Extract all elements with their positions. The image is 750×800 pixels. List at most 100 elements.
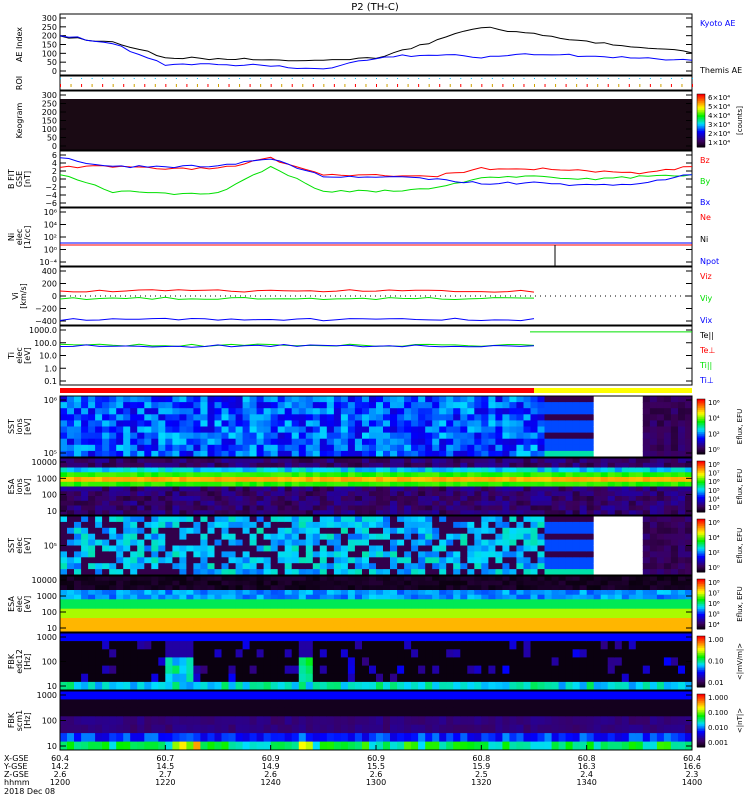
spectrogram-cell <box>242 432 251 440</box>
spectrogram-cell <box>495 462 503 469</box>
spectrogram-cell <box>270 521 279 529</box>
spectrogram-cell <box>523 533 531 541</box>
spectrogram-cell <box>621 681 630 691</box>
spectrogram-cell <box>109 622 117 628</box>
spectrogram-cell <box>432 608 440 614</box>
spectrogram-cell <box>256 486 265 492</box>
spectrogram-cell <box>453 608 461 614</box>
spectrogram-cell <box>81 594 89 600</box>
spectrogram-cell <box>172 414 180 421</box>
spectrogram-cell <box>663 613 672 619</box>
spectrogram-cell <box>326 594 335 600</box>
spectrogram-cell <box>621 420 630 427</box>
spectrogram-cell <box>635 472 644 478</box>
spectrogram-cell <box>670 426 679 434</box>
spectrogram-cell <box>88 426 96 434</box>
spectrogram-cell <box>95 613 103 619</box>
spectrogram-cell <box>270 641 279 650</box>
spectrogram-cell <box>453 551 461 558</box>
spectrogram-cell <box>481 444 489 452</box>
spectrogram-cell <box>369 622 377 628</box>
spectrogram-cell <box>326 467 335 473</box>
spectrogram-cell <box>390 432 398 440</box>
spectrogram-cell <box>621 432 630 440</box>
spectrogram-cell <box>221 563 229 570</box>
spectrogram-cell <box>656 432 665 440</box>
spectrogram-cell <box>685 533 693 541</box>
spectrogram-cell <box>158 521 166 529</box>
spectrogram-cell <box>418 477 426 483</box>
spectrogram-cell <box>221 458 229 464</box>
spectrogram-cell <box>537 590 545 596</box>
spectrogram-cell <box>600 438 609 446</box>
spectrogram-cell <box>81 618 89 624</box>
spectrogram-cell <box>481 613 489 619</box>
spectrogram-cell <box>362 613 370 619</box>
spectrogram-cell <box>516 563 524 570</box>
spectrogram-cell <box>256 420 265 427</box>
spectrogram-cell <box>284 580 293 586</box>
spectrogram-cell <box>488 462 496 469</box>
spectrogram-cell <box>179 500 187 507</box>
spectrogram-cell <box>460 557 468 564</box>
spectrogram-cell <box>509 420 517 427</box>
spectrogram-cell <box>347 604 356 610</box>
spectrogram-cell <box>530 613 538 619</box>
plot-title: P2 (TH-C) <box>351 2 399 13</box>
spectrogram-cell <box>663 681 672 691</box>
spectrogram-cell <box>467 486 475 492</box>
spectrogram-cell <box>537 622 545 628</box>
spectrogram-cell <box>270 472 279 478</box>
spectrogram-cell <box>186 472 194 478</box>
spectrogram-cell <box>179 516 187 523</box>
spectrogram-cell <box>95 665 103 675</box>
spectrogram-cell <box>144 649 152 658</box>
spectrogram-cell <box>635 622 644 628</box>
spectrogram-cell <box>277 414 286 421</box>
spectrogram-cell <box>221 657 229 666</box>
spectrogram-cell <box>544 486 552 492</box>
spectrogram-cell <box>109 585 117 591</box>
spectrogram-cell <box>600 527 609 535</box>
spectrogram-cell <box>221 545 229 552</box>
spectrogram-cell <box>607 633 616 642</box>
spectrogram-cell <box>446 420 454 427</box>
spectrogram-cell <box>432 604 440 610</box>
spectrogram-cell <box>397 641 405 650</box>
spectrogram-cell <box>81 505 89 511</box>
spectrogram-cell <box>249 414 258 421</box>
spectrogram-cell <box>186 496 194 502</box>
spectrogram-cell <box>537 613 545 619</box>
spectrogram-cell <box>397 402 405 409</box>
spectrogram-cell <box>228 557 236 564</box>
spectrogram-cell <box>95 432 103 440</box>
spectrogram-cell <box>678 438 686 446</box>
spectrogram-cell <box>628 594 637 600</box>
spectrogram-cell <box>488 420 496 427</box>
spectrogram-cell <box>530 426 538 434</box>
spectrogram-cell <box>102 521 110 529</box>
spectrogram-cell <box>158 585 166 591</box>
spectrogram-cell <box>607 500 616 507</box>
spectrogram-cell <box>642 557 651 564</box>
spectrogram-cell <box>642 438 651 446</box>
spectrogram-cell <box>544 396 552 403</box>
spectrogram-cell <box>151 599 159 605</box>
spectrogram-cell <box>172 420 180 427</box>
spectrogram-cell <box>376 580 384 586</box>
spectrogram-cell <box>116 681 124 691</box>
spectrogram-cell <box>488 481 496 488</box>
spectrogram-cell <box>656 472 665 478</box>
spectrogram-cell <box>221 527 229 535</box>
spectrogram-cell <box>467 467 475 473</box>
spectrogram-cell <box>474 657 482 666</box>
spectrogram-cell <box>186 545 194 552</box>
spectrogram-cell <box>270 585 279 591</box>
spectrogram-cell <box>537 641 545 650</box>
spectrogram-cell <box>291 472 300 478</box>
colorbar-tick-label: 10³ <box>708 504 720 512</box>
spectrogram-cell <box>635 608 644 614</box>
spectrogram-cell <box>284 432 293 440</box>
spectrogram-cell <box>390 486 398 492</box>
spectrogram-cell <box>446 521 454 529</box>
